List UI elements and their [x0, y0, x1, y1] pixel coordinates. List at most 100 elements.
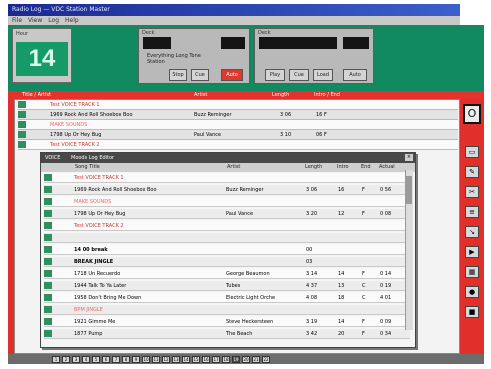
pager-button[interactable]: 13 — [172, 355, 180, 363]
deck-1-auto-button[interactable]: Auto — [221, 69, 243, 81]
pane-row-artist: Buzz Reminger — [226, 187, 264, 193]
pane-row[interactable]: 1921 Gimme Me Steve Heckersteen 3 19 14 F 0 0… — [44, 317, 410, 327]
deck-2-play-button[interactable]: Play — [265, 69, 285, 81]
pane-col-actual[interactable]: Actual — [379, 163, 395, 172]
close-icon[interactable]: × — [405, 154, 413, 161]
deck-2-auto-button[interactable]: Auto — [343, 69, 367, 81]
pane-row[interactable]: 1969 Rock And Roll Shoebox Boo Buzz Remin… — [44, 185, 410, 195]
pager-button[interactable]: 18 — [222, 355, 230, 363]
log-col-intro-end[interactable]: Intro / End — [314, 92, 340, 99]
pane-col-artist[interactable]: Artist — [227, 163, 240, 172]
pager-button[interactable]: 6 — [102, 355, 110, 363]
pager-button[interactable]: 12 — [162, 355, 170, 363]
pane-tab[interactable]: Moods Log Editor — [71, 153, 114, 163]
deck-2-time-screen — [343, 37, 369, 49]
pager-button[interactable]: 2 — [62, 355, 70, 363]
log-row[interactable]: 1798 Up Or Hey Bug Paul Vance 3 10 06 F — [18, 130, 458, 140]
deck-1-cue-button[interactable]: Cue — [191, 69, 209, 81]
deck-2-cue-button[interactable]: Cue — [289, 69, 309, 81]
menu-help[interactable]: Help — [65, 16, 79, 25]
row-marker — [44, 174, 52, 181]
pane-row[interactable]: 14 00 break 00 — [44, 245, 410, 255]
pager-button[interactable]: 15 — [192, 355, 200, 363]
log-row-artist: Buzz Reminger — [194, 112, 232, 118]
pager-button[interactable]: 16 — [202, 355, 210, 363]
pager-button[interactable]: 4 — [82, 355, 90, 363]
pane-scrollbar-thumb[interactable] — [405, 176, 412, 204]
tool-circle-icon[interactable]: ● — [465, 286, 479, 298]
log-row-intro-end: 06 F — [316, 132, 327, 138]
pager-button[interactable]: 9 — [132, 355, 140, 363]
pager-button[interactable]: 5 — [92, 355, 100, 363]
log-col-length[interactable]: Length — [272, 92, 289, 99]
tool-square-icon[interactable]: ■ — [465, 306, 479, 318]
pager-button[interactable]: 19 — [232, 355, 240, 363]
pager-button[interactable]: 11 — [152, 355, 160, 363]
menu-file[interactable]: File — [12, 16, 22, 25]
pager-button[interactable]: 20 — [242, 355, 250, 363]
row-marker — [18, 101, 26, 108]
pager-button[interactable]: 1 — [52, 355, 60, 363]
pager-button[interactable]: 21 — [252, 355, 260, 363]
pane-col-intro[interactable]: Intro — [337, 163, 349, 172]
pane-header: Song Title Artist Length Intro End Actua… — [41, 163, 415, 172]
deck-1-stop-button[interactable]: Stop — [169, 69, 187, 81]
pager-bar: 1 2 3 4 5 6 7 8 9 10 11 12 13 14 15 16 17 18 19 20 21 22 — [8, 354, 484, 364]
pane-row[interactable]: 1944 Talk To Ya Later Tubes 4 37 13 C 0 19 — [44, 281, 410, 291]
tool-grid-icon[interactable]: ▦ — [465, 266, 479, 278]
pane-row-title: 1958 Don't Bring Me Down — [74, 295, 142, 301]
pane-row-actual: 4 01 — [380, 295, 392, 301]
menu-view[interactable]: View — [28, 16, 42, 25]
pane-row[interactable]: MAKE SOUNDS — [44, 197, 410, 207]
tool-page-icon[interactable]: ▭ — [465, 146, 479, 158]
pager-button[interactable]: 10 — [142, 355, 150, 363]
deck-1-label: Deck — [142, 30, 155, 36]
pane-row-intro: 20 — [338, 331, 345, 337]
log-row[interactable]: MAKE SOUNDS — [18, 120, 458, 130]
pager-button[interactable]: 7 — [112, 355, 120, 363]
log-col-title[interactable]: Title / Artist — [22, 92, 51, 99]
menu-log[interactable]: Log — [48, 16, 59, 25]
pane-col-end[interactable]: End — [361, 163, 371, 172]
log-row[interactable]: 1969 Rock And Roll Shoebox Boo Buzz Remi… — [18, 110, 458, 120]
window-titlebar: Radio Log — VDC Station Master — [8, 4, 460, 16]
row-marker — [44, 294, 52, 301]
pane-row[interactable]: 1877 Pump The Beach 3 42 20 F 0 34 — [44, 329, 410, 339]
pager-button[interactable]: 8 — [122, 355, 130, 363]
pager-button[interactable]: 14 — [182, 355, 190, 363]
pane-col-title[interactable]: Song Title — [75, 163, 100, 172]
tool-edit-icon[interactable]: ✎ — [465, 166, 479, 178]
tool-cut-icon[interactable]: ✂ — [465, 186, 479, 198]
log-row-length: 3 10 — [280, 132, 292, 138]
pane-col-length[interactable]: Length — [305, 163, 322, 172]
pager-button[interactable]: 3 — [72, 355, 80, 363]
deck-2-load-button[interactable]: Load — [313, 69, 333, 81]
row-marker — [18, 131, 26, 138]
pane-row[interactable] — [44, 233, 410, 243]
pane-row[interactable]: BREAK JINGLE 03 — [44, 257, 410, 267]
pane-row[interactable]: BPM JINGLE — [44, 305, 410, 315]
tool-list-icon[interactable]: ≡ — [465, 206, 479, 218]
pager-button[interactable]: 17 — [212, 355, 220, 363]
tool-arrow-icon[interactable]: ↘ — [465, 226, 479, 238]
pane-row[interactable]: 1718 Un Recuerdo George Beaumon 3 14 14 F 0 1… — [44, 269, 410, 279]
pane-row-length: 4 08 — [306, 295, 318, 301]
pane-row-length: 3 42 — [306, 331, 318, 337]
log-row[interactable]: Test VOICE TRACK 1 — [18, 100, 458, 110]
pane-row-end: F — [362, 271, 365, 277]
pane-row[interactable]: Test VOICE TRACK 2 — [44, 221, 410, 231]
pane-row[interactable]: 1958 Don't Bring Me Down Electric Light O… — [44, 293, 410, 303]
log-row[interactable]: Test VOICE TRACK 2 — [18, 140, 458, 150]
tool-play-icon[interactable]: ▶ — [465, 246, 479, 258]
selected-tool-icon[interactable]: O — [463, 104, 481, 124]
pane-row[interactable]: 1798 Up Or Hey Bug Paul Vance 3 20 12 F 0 08 — [44, 209, 410, 219]
log-col-artist[interactable]: Artist — [194, 92, 207, 99]
pane-row-end: F — [362, 319, 365, 325]
log-header: Title / Artist Artist Length Intro / End — [18, 92, 458, 99]
pane-row-artist: Paul Vance — [226, 211, 254, 217]
pane-row-artist: Tubes — [226, 283, 241, 289]
pane-row-intro: 12 — [338, 211, 345, 217]
pane-row-title: 1921 Gimme Me — [74, 319, 116, 325]
pager-button[interactable]: 22 — [262, 355, 270, 363]
pane-row[interactable]: Test VOICE TRACK 1 — [44, 173, 410, 183]
